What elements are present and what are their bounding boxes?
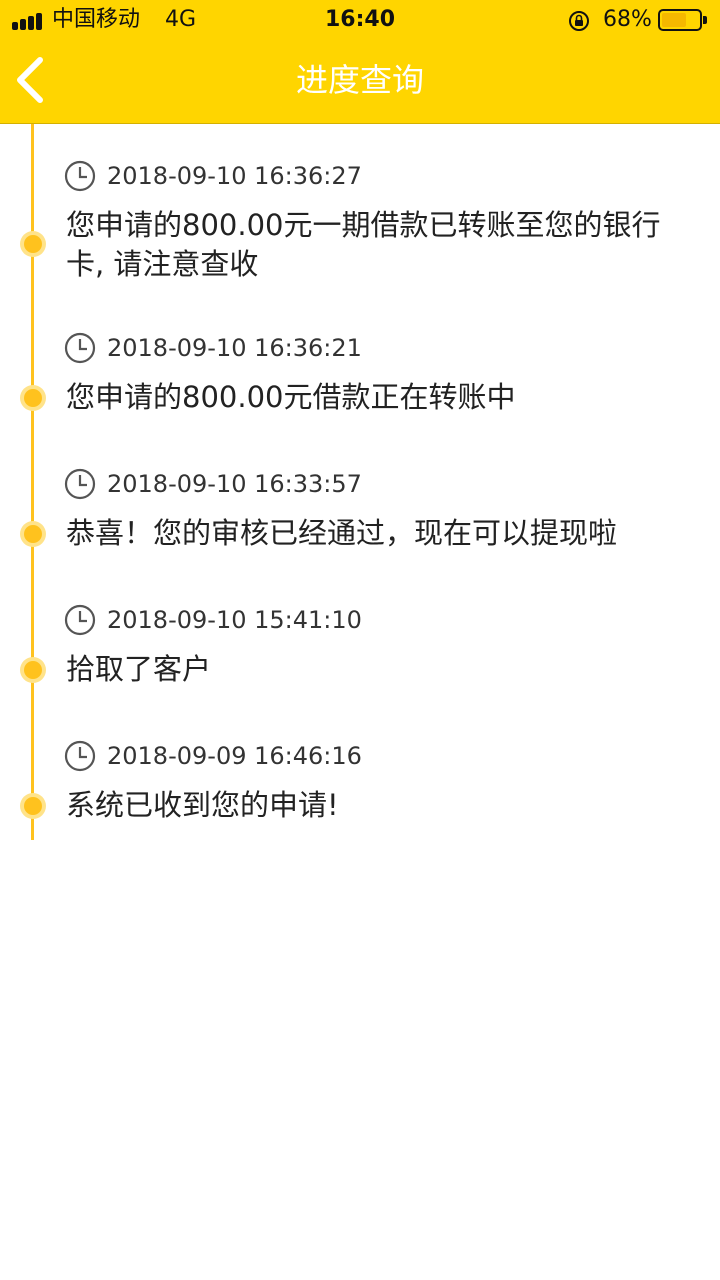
event-timestamp: 2018-09-10 16:33:57 [107,470,362,498]
timeline-dot [20,521,46,547]
rotation-lock-icon [569,11,589,31]
timeline-dot [20,231,46,257]
event-description: 恭喜！您的审核已经通过，现在可以提现啦 [66,516,618,550]
clock-icon [64,332,96,364]
page-title: 进度查询 [295,61,424,99]
status-bar: 中国移动 4G 16:40 68% [0,0,720,40]
battery-percentage: 68% [603,7,652,32]
clock-icon [64,160,96,192]
event-timestamp: 2018-09-09 16:46:16 [107,742,362,770]
event-description: 系统已收到您的申请! [66,788,339,822]
event-timestamp: 2018-09-10 16:36:21 [107,334,362,362]
clock-icon [64,740,96,772]
event-description: 拾取了客户 [66,652,212,686]
event-timestamp: 2018-09-10 15:41:10 [107,606,362,634]
timeline-dot [20,657,46,683]
event-timestamp: 2018-09-10 16:36:27 [107,162,362,190]
battery-icon [658,9,708,31]
nav-bar: 进度查询 [0,40,720,124]
clock-icon [64,468,96,500]
event-description: 您申请的800.00元借款正在转账中 [66,380,516,414]
event-description: 您申请的800.00元一期借款已转账至您的银行卡, 请注意查收 [66,208,661,281]
timeline-dot [20,385,46,411]
timeline-dot [20,793,46,819]
clock-icon [64,604,96,636]
